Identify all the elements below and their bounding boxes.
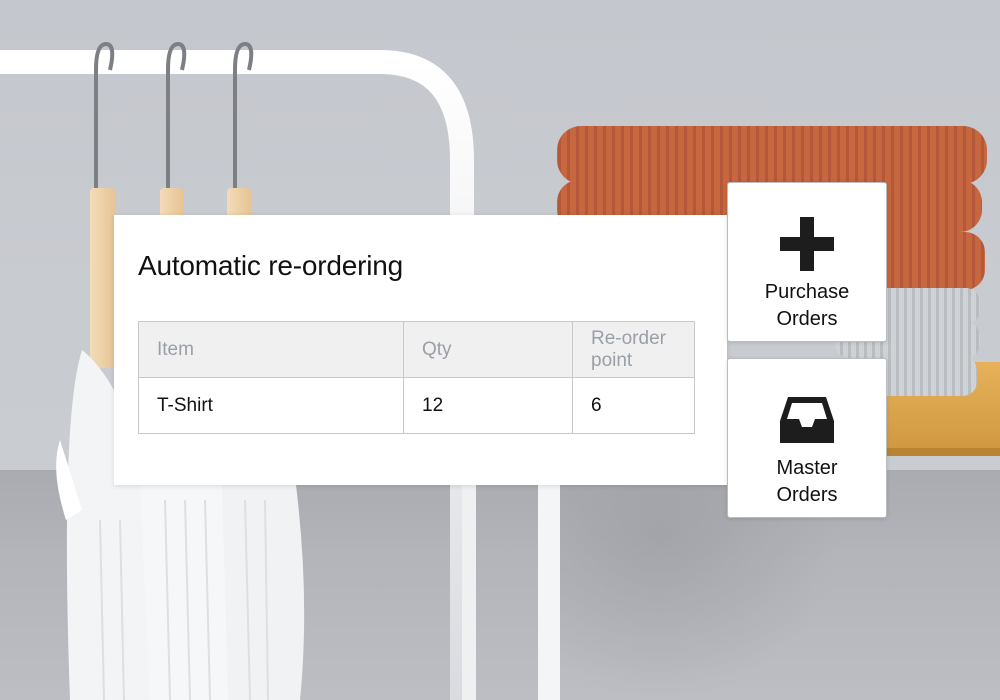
hanger-1: [90, 188, 116, 368]
cell-reorder-point: 6: [572, 377, 695, 434]
rack-pole: [538, 480, 560, 700]
column-header-reorder-point: Re-order point: [572, 321, 695, 378]
column-header-qty: Qty: [403, 321, 573, 378]
hanger-3: [227, 188, 251, 218]
auto-reorder-card: Automatic re-ordering Item Qty Re-order …: [114, 215, 727, 485]
plus-icon: [780, 217, 834, 271]
hanger-2: [160, 188, 184, 218]
master-orders-label: Master Orders: [776, 457, 838, 506]
rack-pole-2: [462, 480, 476, 700]
card-title: Automatic re-ordering: [138, 250, 404, 281]
inbox-tray-icon: [780, 397, 834, 443]
purchase-orders-button[interactable]: Purchase Orders: [727, 182, 887, 342]
table-header-row: Item Qty Re-order point: [138, 321, 695, 378]
cell-item: T-Shirt: [138, 377, 404, 434]
master-orders-button[interactable]: Master Orders: [727, 358, 887, 518]
column-header-item: Item: [138, 321, 404, 378]
table-row: T-Shirt 12 6: [138, 377, 695, 434]
reorder-table: Item Qty Re-order point T-Shirt 12 6: [138, 321, 695, 434]
cell-qty: 12: [403, 377, 573, 434]
purchase-orders-label: Purchase Orders: [764, 281, 850, 330]
